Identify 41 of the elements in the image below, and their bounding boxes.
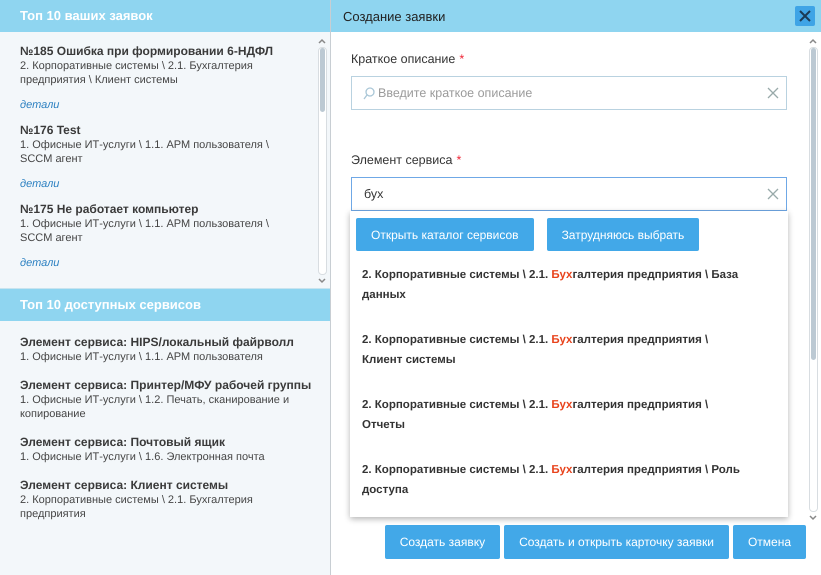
suggestion-item[interactable]: 2. Корпоративные системы \ 2.1. Бухгалтерия предприятия \ Роль доступа [350,460,788,500]
panel-header: Топ 10 доступных сервисов [0,289,330,321]
service-title[interactable]: Элемент сервиса: HIPS/локальный файрволл [20,335,320,350]
service-path: 2. Корпоративные системы \ 2.1. Бухгалтерия предприятия [20,493,254,521]
suggestion-item[interactable]: 2. Корпоративные системы \ 2.1. Бухгалтерия предприятия \ Отчеты [350,395,788,435]
scroll-up-icon[interactable] [318,38,326,44]
service-title[interactable]: Элемент сервиса: Клиент системы [20,478,320,493]
panel-header: Топ 10 ваших заявок [0,0,330,32]
field-label: Краткое описание [351,52,456,66]
service-path: 1. Офисные ИТ-услуги \ 1.1. АРМ пользователя [20,350,264,364]
search-icon[interactable] [363,87,375,100]
required-mark: * [459,52,464,66]
request-path: 1. Офисные ИТ-услуги \ 1.1. АРМ пользователя \ SCCM агент [20,138,270,166]
service-path: 1. Офисные ИТ-услуги \ 1.2. Печать, сканирование и копирование [20,393,290,421]
clear-icon[interactable] [767,188,779,200]
scroll-down-icon[interactable] [318,278,326,284]
input-field[interactable]: бух [351,177,787,211]
input-field[interactable]: Введите краткое описание [351,76,787,110]
dialog-title: Создание заявки [343,8,446,24]
suggestion-item[interactable]: 2. Корпоративные системы \ 2.1. Бухгалтерия предприятия \ Клиент системы [350,330,788,370]
field-label: Элемент сервиса [351,153,452,167]
details-link[interactable]: детали [20,99,60,111]
close-button[interactable] [795,6,815,26]
scrollbar[interactable] [318,47,326,275]
details-link[interactable]: детали [20,178,60,190]
scroll-up-icon[interactable] [809,38,817,44]
details-link[interactable]: детали [20,257,60,269]
suggestion-item[interactable]: 2. Корпоративные системы \ 2.1. Бухгалтерия предприятия \ База данных [350,265,788,305]
service-path: 1. Офисные ИТ-услуги \ 1.6. Электронная почта [20,450,266,464]
close-icon[interactable] [799,10,811,22]
scroll-down-icon[interactable] [809,515,817,521]
request-path: 1. Офисные ИТ-услуги \ 1.1. АРМ пользователя \ SCCM агент [20,217,270,245]
service-title[interactable]: Элемент сервиса: Принтер/МФУ рабочей группы [20,378,320,393]
service-title[interactable]: Элемент сервиса: Почтовый ящик [20,435,320,450]
scrollbar[interactable] [808,47,818,512]
request-title: №185 Ошибка при формировании 6-НДФЛ [20,44,274,59]
required-mark: * [456,153,462,167]
clear-icon[interactable] [767,87,779,99]
request-title: №175 Не работает компьютер [20,202,200,217]
request-path: 2. Корпоративные системы \ 2.1. Бухгалтерия предприятия \ Клиент системы [20,59,254,87]
request-title: №176 Test [20,123,82,138]
